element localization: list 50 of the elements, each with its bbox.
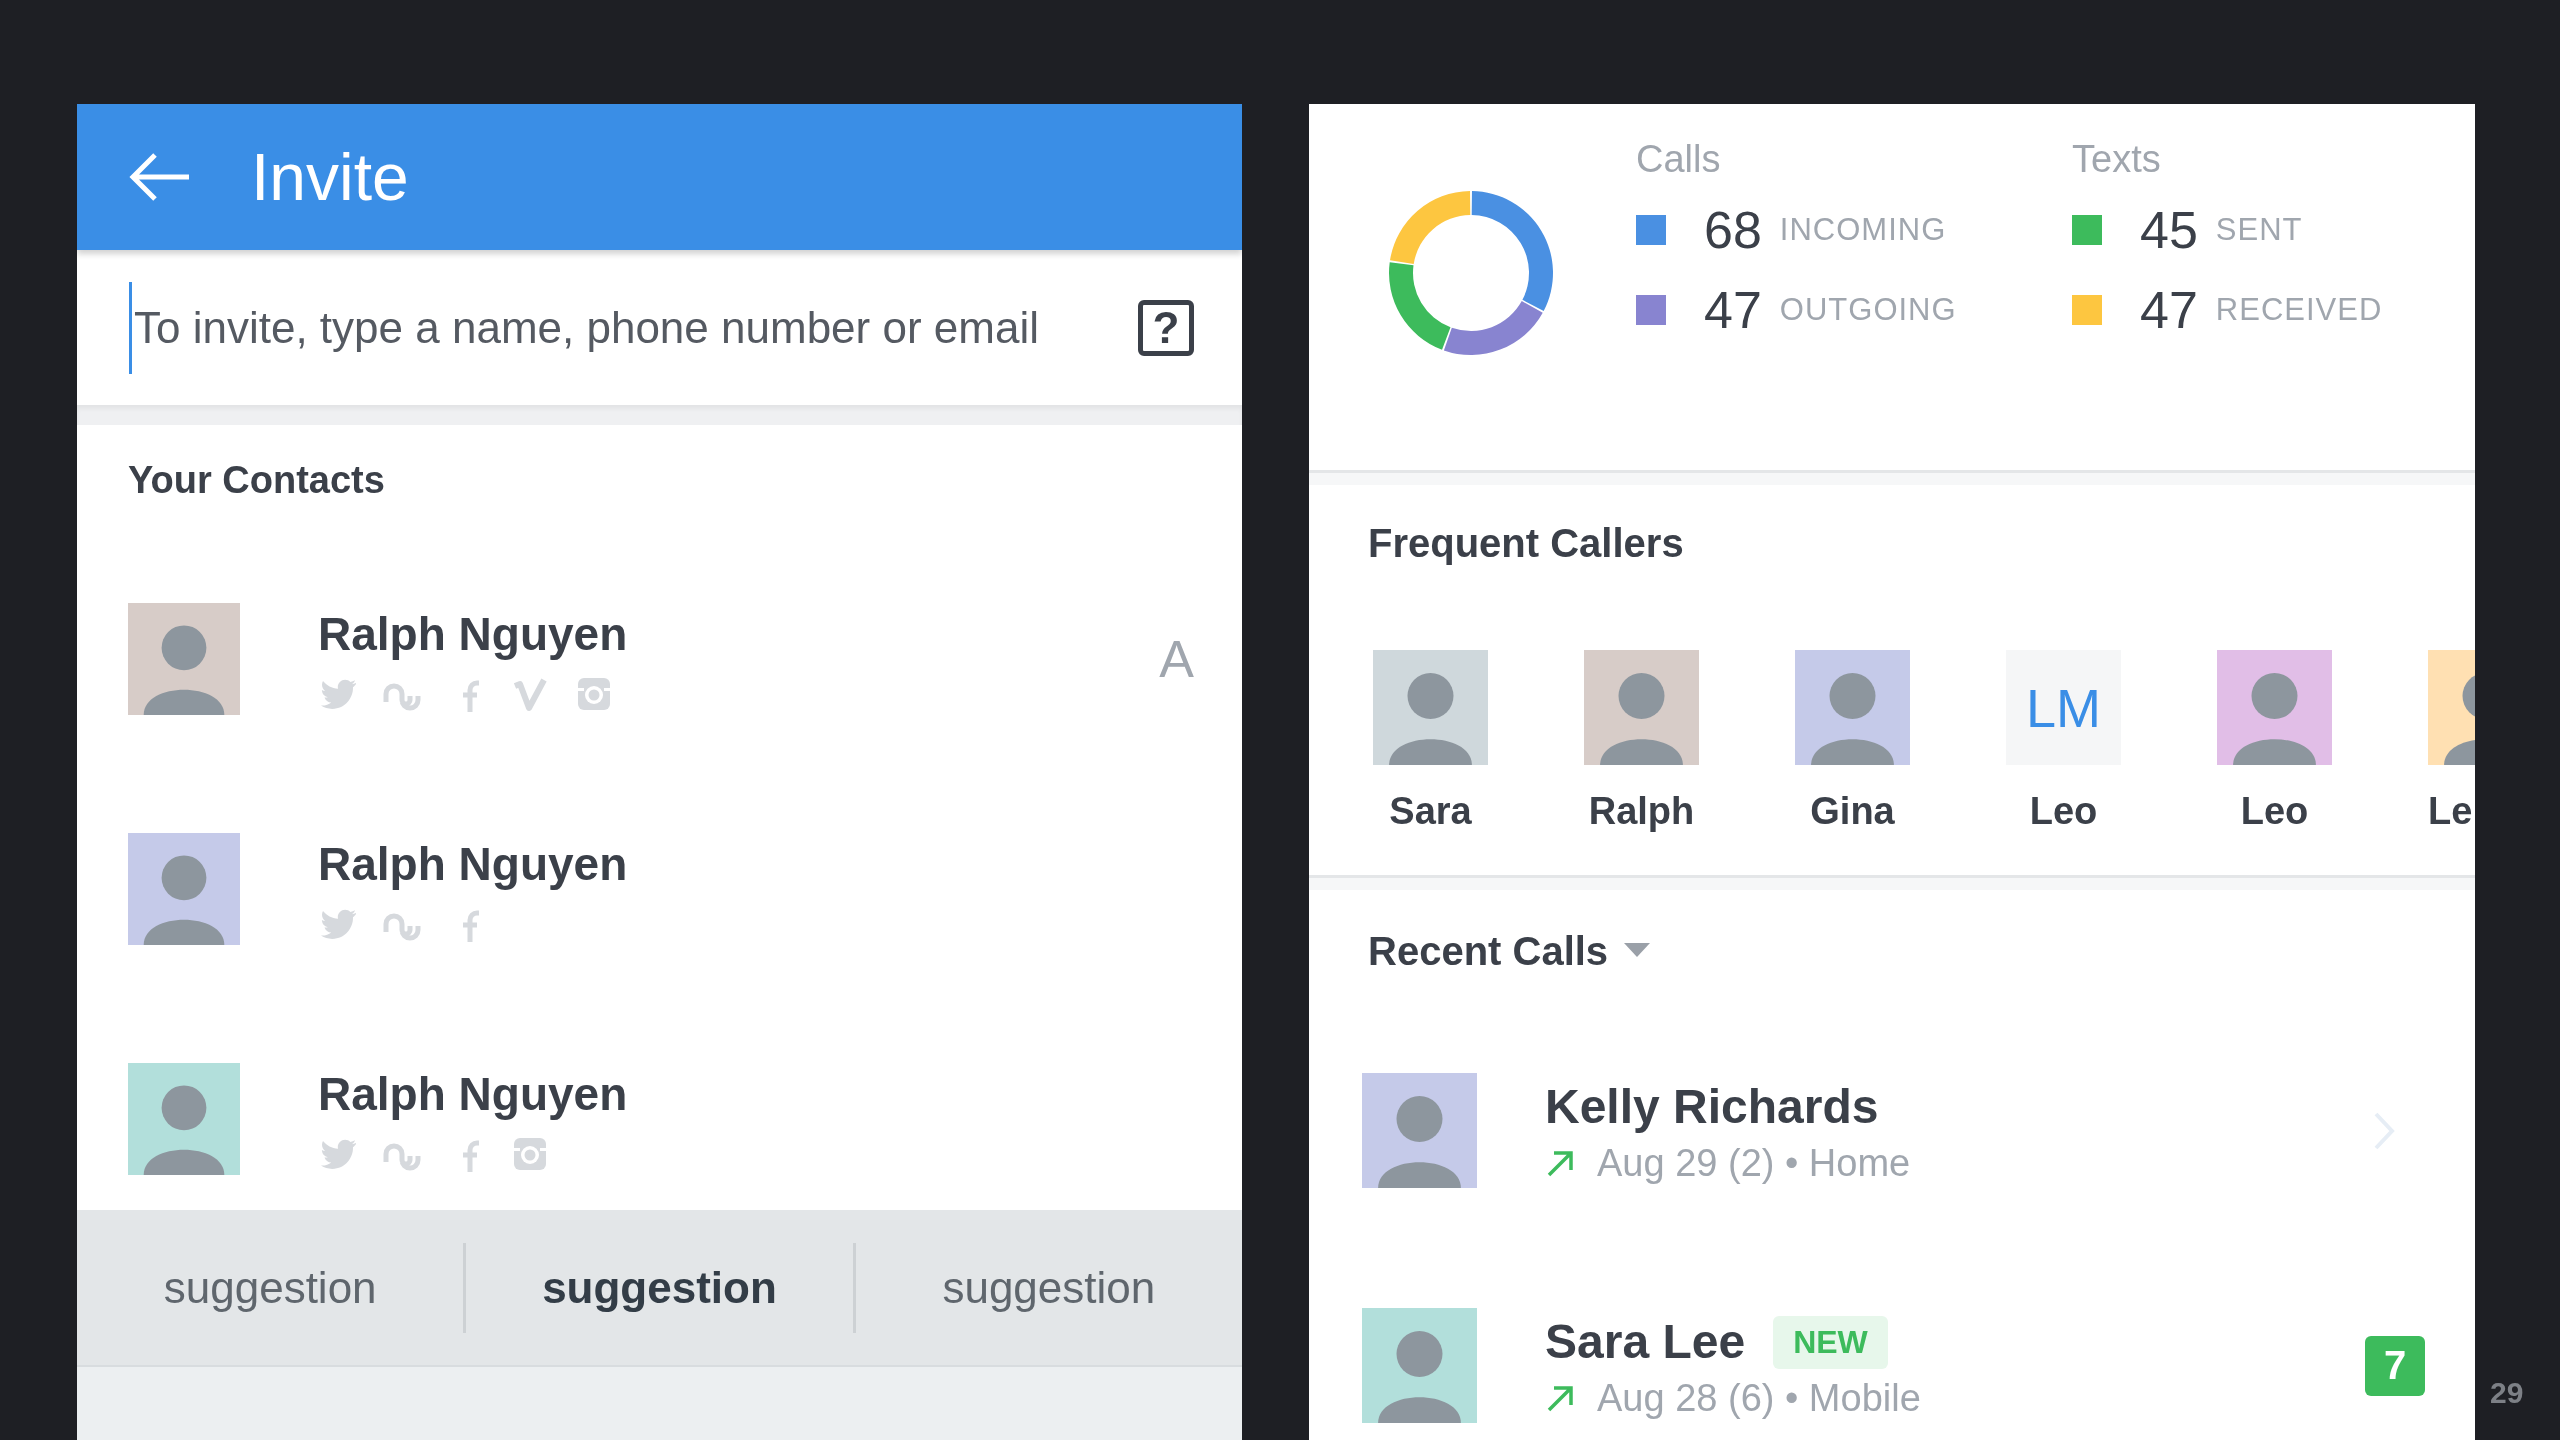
section-heading: Frequent Callers: [1368, 520, 1685, 567]
avatar-icon: [128, 603, 240, 715]
initials-avatar: LM: [2006, 650, 2121, 765]
avatar-icon: [1373, 650, 1488, 765]
section-heading: Your Contacts: [128, 458, 386, 503]
avatar-icon: [128, 833, 240, 945]
stat-count: 68: [1704, 200, 1762, 260]
stat-label: INCOMING: [1779, 212, 1947, 248]
stat-count: 47: [1704, 280, 1762, 340]
stat-label: SENT: [2215, 212, 2303, 248]
help-button[interactable]: ?: [1138, 299, 1194, 356]
avatar-icon: [1795, 650, 1910, 765]
call-detail: Aug 29 (2) • Home: [1597, 1142, 1911, 1185]
avatar-icon: [1362, 1073, 1477, 1188]
chevron-right-icon[interactable]: [2373, 1110, 2395, 1151]
suggestion-item[interactable]: suggestion: [466, 1262, 853, 1313]
index-letter: A: [1159, 629, 1194, 689]
caller-name[interactable]: Gina: [1810, 787, 1895, 835]
suggestion-item[interactable]: suggestion: [77, 1262, 464, 1313]
suggestion-item[interactable]: suggestion: [855, 1262, 1242, 1313]
avatar-icon: [2217, 650, 2332, 765]
caller-name: Sara Lee: [1545, 1314, 1746, 1370]
stat-label: OUTGOING: [1779, 292, 1957, 328]
caller-name[interactable]: Leo: [2029, 787, 2098, 835]
stat-label: RECEIVED: [2215, 292, 2383, 328]
stat-count: 45: [2140, 200, 2198, 260]
outgoing-arrow-icon: [1545, 1383, 1575, 1414]
page-number: 29: [2490, 1376, 2524, 1410]
avatar-icon: [128, 1063, 240, 1175]
dropdown-caret-icon[interactable]: [1624, 943, 1651, 959]
contact-name: Ralph Nguyen: [318, 837, 628, 892]
outgoing-arrow-icon: [1545, 1148, 1575, 1179]
caller-name[interactable]: Le: [2428, 787, 2473, 835]
caller-name[interactable]: Leo: [2240, 787, 2309, 835]
section-heading: Recent Calls: [1368, 928, 1609, 975]
caller-name[interactable]: Sara: [1389, 787, 1472, 835]
avatar-icon: [1584, 650, 1699, 765]
count-badge: 7: [2365, 1335, 2425, 1396]
avatar-icon: [1362, 1308, 1477, 1423]
contact-name: Ralph Nguyen: [318, 1067, 628, 1122]
stat-group-title: Texts: [2072, 137, 2162, 182]
search-field[interactable]: To invite, type a name, phone number or email: [132, 297, 1138, 358]
page-title: Invite: [251, 139, 409, 215]
stat-group-title: Calls: [1636, 137, 1722, 182]
contact-name: Ralph Nguyen: [318, 607, 628, 662]
stat-count: 47: [2140, 280, 2198, 340]
caller-name: Kelly Richards: [1545, 1079, 1879, 1135]
caller-name[interactable]: Ralph: [1588, 787, 1695, 835]
new-badge: NEW: [1773, 1315, 1888, 1369]
call-detail: Aug 28 (6) • Mobile: [1597, 1377, 1921, 1420]
